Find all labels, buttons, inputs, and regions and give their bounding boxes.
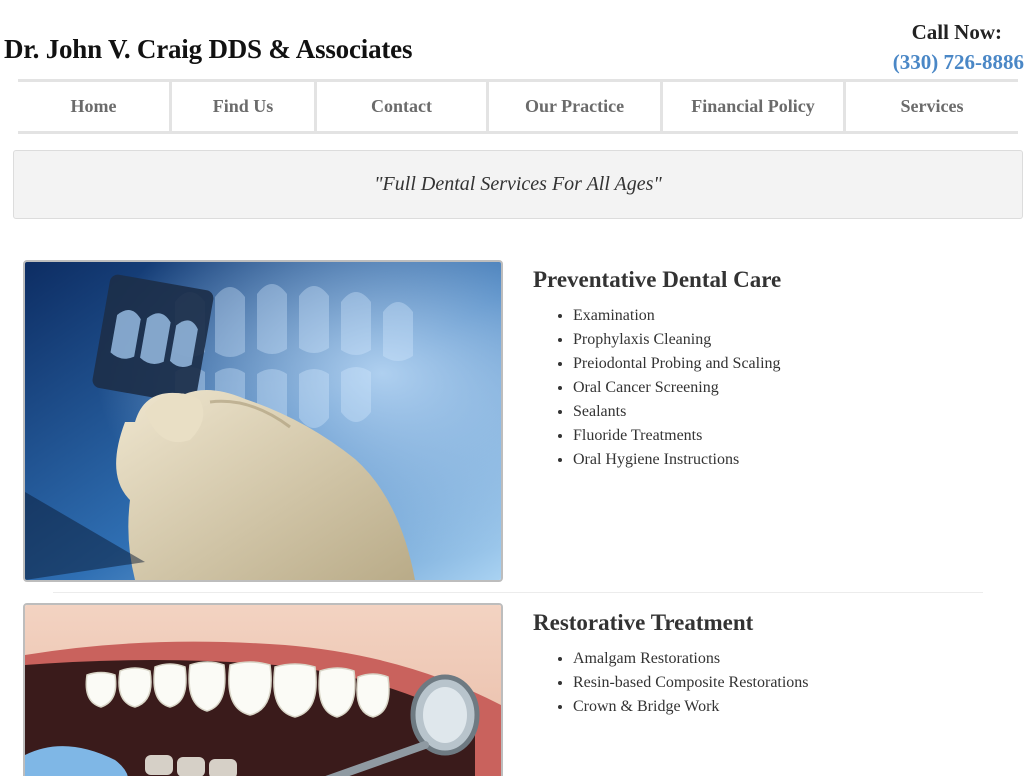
nav-contact[interactable]: Contact (317, 82, 489, 131)
nav-our-practice[interactable]: Our Practice (489, 82, 663, 131)
list-item: Oral Cancer Screening (573, 376, 781, 400)
section-title-preventative: Preventative Dental Care (533, 267, 782, 292)
list-item: Amalgam Restorations (573, 647, 809, 671)
list-item: Crown & Bridge Work (573, 695, 809, 719)
nav-financial-policy[interactable]: Financial Policy (663, 82, 846, 131)
list-item: Preiodontal Probing and Scaling (573, 352, 781, 376)
nav-services[interactable]: Services (846, 82, 1018, 131)
teeth-mirror-photo (23, 603, 503, 776)
tagline-banner: "Full Dental Services For All Ages" (13, 150, 1023, 219)
call-now-block: Call Now: (330) 726-8886 (893, 20, 1024, 75)
tagline-text: "Full Dental Services For All Ages" (374, 173, 662, 195)
section-title-restorative: Restorative Treatment (533, 610, 754, 635)
list-item: Prophylaxis Cleaning (573, 328, 781, 352)
preventative-services-list: Examination Prophylaxis Cleaning Preiodo… (573, 304, 781, 472)
nav-home[interactable]: Home (18, 82, 172, 131)
list-item: Fluoride Treatments (573, 424, 781, 448)
list-item: Sealants (573, 400, 781, 424)
main-nav: Home Find Us Contact Our Practice Financ… (18, 79, 1018, 134)
section-divider (53, 592, 983, 593)
nav-find-us[interactable]: Find Us (172, 82, 317, 131)
call-now-label: Call Now: (911, 20, 1002, 44)
site-title: Dr. John V. Craig DDS & Associates (4, 34, 413, 64)
phone-link[interactable]: (330) 726-8886 (893, 50, 1024, 75)
list-item: Oral Hygiene Instructions (573, 448, 781, 472)
list-item: Examination (573, 304, 781, 328)
dental-xray-photo (23, 260, 503, 582)
list-item: Resin-based Composite Restorations (573, 671, 809, 695)
restorative-services-list: Amalgam Restorations Resin-based Composi… (573, 647, 809, 719)
